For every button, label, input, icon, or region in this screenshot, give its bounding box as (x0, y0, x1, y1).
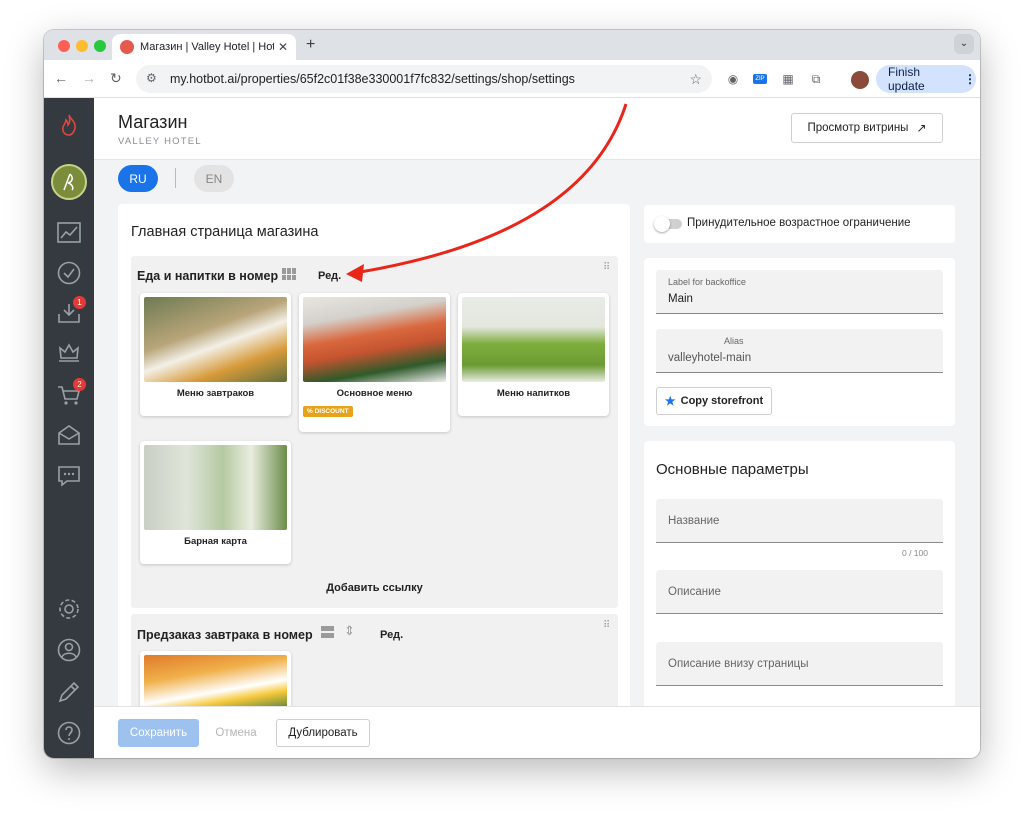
annotation-arrow (346, 103, 628, 282)
